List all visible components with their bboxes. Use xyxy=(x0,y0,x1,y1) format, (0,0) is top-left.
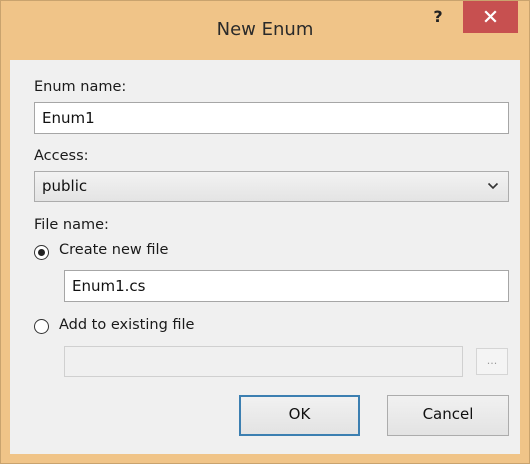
add-existing-file-radio[interactable] xyxy=(34,319,49,334)
title-bar[interactable]: New Enum ? xyxy=(1,1,529,60)
close-icon xyxy=(484,10,497,23)
help-button[interactable]: ? xyxy=(425,6,451,30)
existing-file-input[interactable] xyxy=(64,346,463,377)
ok-button[interactable]: OK xyxy=(239,395,360,436)
close-button[interactable] xyxy=(463,1,518,33)
chevron-down-icon xyxy=(487,182,499,190)
create-new-file-label[interactable]: Create new file xyxy=(59,242,168,258)
enum-name-input[interactable]: Enum1 xyxy=(34,102,509,134)
dialog-body: Enum name: Enum1 Access: public File nam… xyxy=(10,60,520,454)
radio-selected-dot xyxy=(38,249,45,256)
add-existing-file-label[interactable]: Add to existing file xyxy=(59,317,194,333)
file-name-label: File name: xyxy=(34,217,109,233)
access-label: Access: xyxy=(34,148,89,164)
cancel-button[interactable]: Cancel xyxy=(387,395,509,436)
new-file-name-input[interactable]: Enum1.cs xyxy=(64,270,509,302)
access-selected-value: public xyxy=(42,177,88,195)
access-select[interactable]: public xyxy=(34,171,509,202)
create-new-file-radio[interactable] xyxy=(34,245,49,260)
browse-button[interactable]: ... xyxy=(476,348,508,375)
enum-name-label: Enum name: xyxy=(34,79,127,95)
new-enum-dialog: New Enum ? Enum name: Enum1 Access: publ… xyxy=(0,0,530,464)
